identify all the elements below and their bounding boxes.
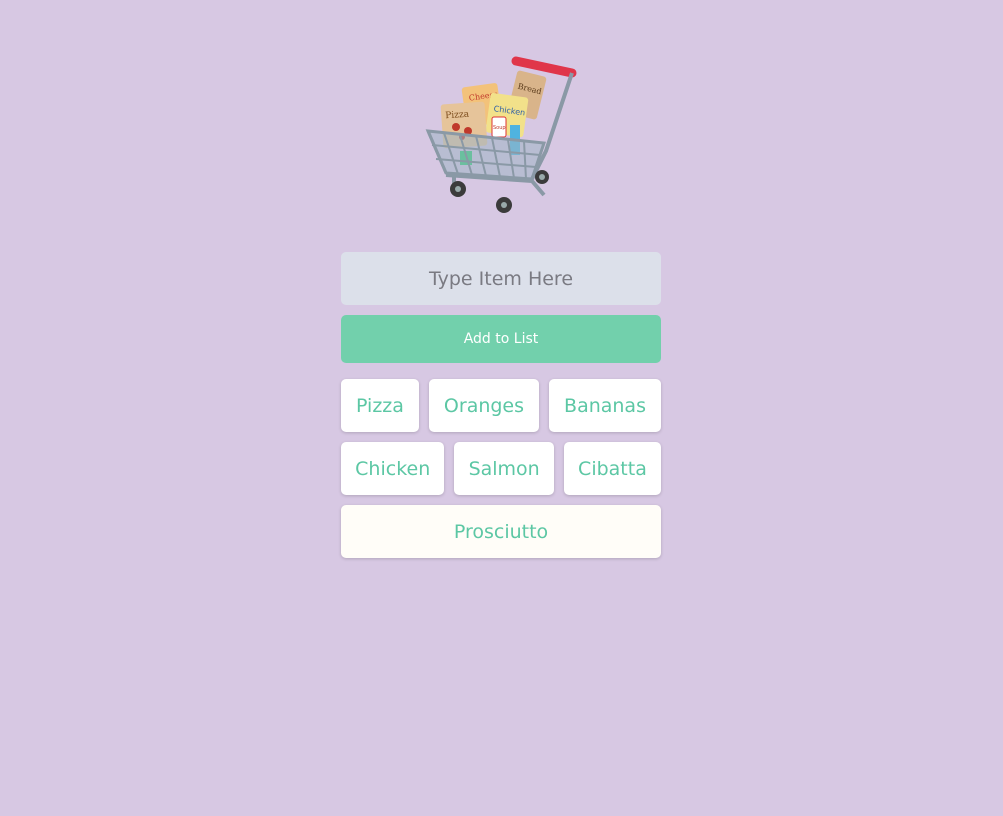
list-item-bananas[interactable]: Bananas [549, 379, 661, 432]
list-item-oranges[interactable]: Oranges [428, 379, 540, 432]
shopping-cart-logo: Cheese Bread Chicken Pizza Soup [424, 55, 580, 213]
list-item-salmon[interactable]: Salmon [454, 442, 554, 495]
grocery-list: Pizza Oranges Bananas Chicken Salmon Cib… [341, 379, 661, 568]
item-input[interactable] [341, 252, 661, 305]
list-row: Chicken Salmon Cibatta [341, 442, 661, 495]
shopping-cart-icon: Cheese Bread Chicken Pizza Soup [425, 56, 577, 213]
list-item-chicken[interactable]: Chicken [341, 442, 445, 495]
pizza-label: Pizza [445, 110, 470, 122]
add-to-list-button[interactable]: Add to List [341, 315, 661, 363]
list-item-pizza[interactable]: Pizza [341, 379, 419, 432]
list-row: Prosciutto [341, 505, 661, 558]
soup-label: Soup [493, 125, 506, 131]
list-item-prosciutto[interactable]: Prosciutto [341, 505, 661, 558]
list-item-cibatta[interactable]: Cibatta [563, 442, 661, 495]
list-row: Pizza Oranges Bananas [341, 379, 661, 432]
